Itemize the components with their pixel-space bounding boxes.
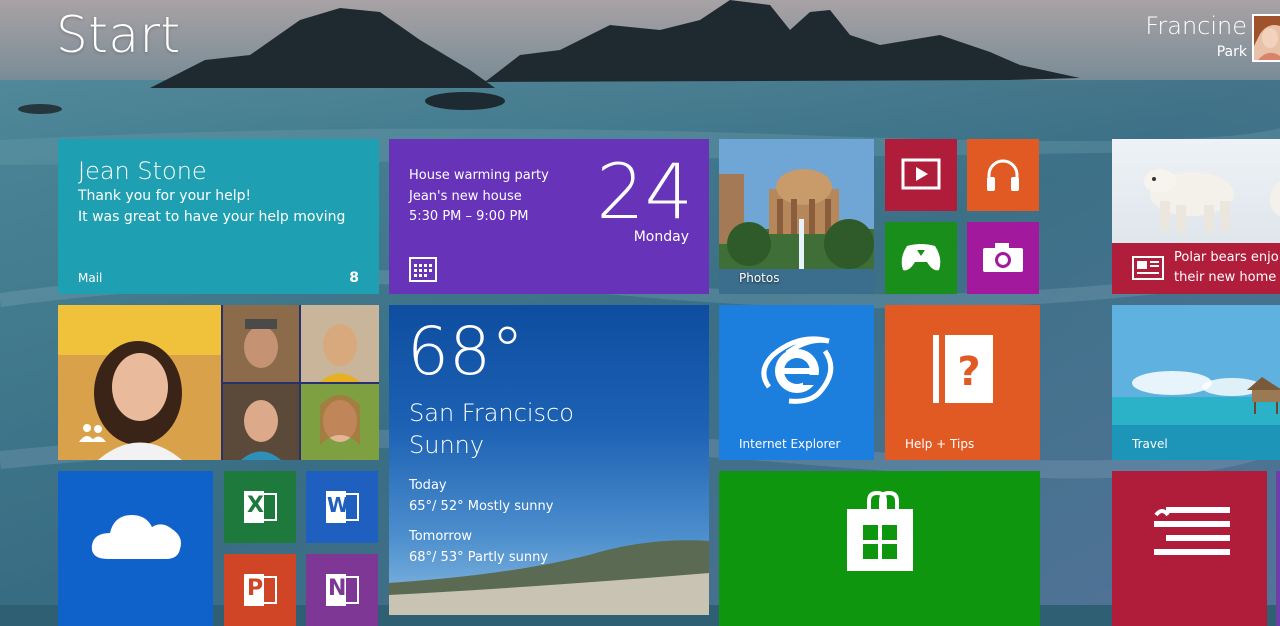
calendar-event-time: 5:30 PM – 9:00 PM [409, 209, 529, 224]
mail-preview-line2: It was great to have your help moving [78, 209, 346, 225]
user-first-name: Francine [1145, 12, 1247, 40]
help-tips-tile[interactable]: ? Help + Tips [885, 305, 1040, 460]
powerpoint-letter: P [247, 576, 264, 601]
mail-sender: Jean Stone [78, 157, 207, 185]
onedrive-tile[interactable] [58, 471, 213, 626]
weather-today-label: Today [409, 478, 447, 493]
powerpoint-tile[interactable]: P [224, 554, 296, 626]
weather-tomorrow-forecast: 68°/ 53° Partly sunny [409, 550, 549, 565]
news-icon [1132, 256, 1164, 284]
mail-tile-label: Mail [78, 271, 103, 285]
weather-condition: Sunny [409, 431, 485, 459]
word-letter: W [327, 493, 350, 517]
internet-explorer-icon [759, 331, 835, 411]
headphones-icon [983, 155, 1023, 199]
onenote-tile[interactable]: N [306, 554, 378, 626]
video-tile[interactable] [885, 139, 957, 211]
start-title: Start [56, 6, 181, 64]
calendar-icon [409, 256, 437, 286]
mail-tile[interactable]: Jean Stone Thank you for your help! It w… [58, 139, 379, 294]
people-icon [78, 422, 108, 448]
people-tile[interactable] [58, 305, 379, 460]
user-last-name: Park [1216, 44, 1247, 60]
music-tile[interactable] [967, 139, 1039, 211]
news-headline-line1: Polar bears enjo [1174, 250, 1279, 265]
help-tips-tile-label: Help + Tips [905, 437, 975, 451]
calendar-event-title: House warming party [409, 168, 549, 183]
weather-temperature: 68° [407, 313, 524, 390]
help-book-icon: ? [931, 333, 995, 409]
video-play-icon [901, 158, 941, 196]
xbox-controller-icon [899, 242, 943, 278]
mail-unread-count: 8 [349, 270, 359, 286]
calendar-day-number: 24 [596, 147, 693, 236]
calendar-tile[interactable]: House warming party Jean's new house 5:3… [389, 139, 709, 294]
store-tile[interactable] [719, 471, 1040, 626]
news-tile[interactable]: Polar bears enjo their new home [1112, 139, 1280, 294]
calendar-event-location: Jean's new house [409, 189, 522, 204]
reading-list-icon [1152, 505, 1232, 565]
weather-today-forecast: 65°/ 52° Mostly sunny [409, 499, 554, 514]
internet-explorer-tile-label: Internet Explorer [739, 437, 841, 451]
user-account[interactable]: Francine Park [1140, 8, 1280, 62]
photos-tile[interactable]: Photos [719, 139, 874, 294]
word-tile[interactable]: W [306, 471, 378, 543]
news-headline-line2: their new home [1174, 270, 1277, 285]
travel-tile-label: Travel [1132, 437, 1168, 451]
weather-tomorrow-label: Tomorrow [409, 529, 473, 544]
photos-tile-label: Photos [739, 271, 780, 285]
weather-city: San Francisco [409, 399, 574, 427]
partial-tile[interactable] [1276, 471, 1280, 626]
news-tile-image [1112, 139, 1280, 243]
user-avatar [1252, 14, 1280, 62]
weather-tile[interactable]: 68° San Francisco Sunny Today 65°/ 52° M… [389, 305, 709, 615]
excel-tile[interactable]: X [224, 471, 296, 543]
internet-explorer-tile[interactable]: Internet Explorer [719, 305, 874, 460]
svg-text:?: ? [957, 349, 980, 395]
store-bag-icon [845, 489, 915, 577]
calendar-weekday: Monday [633, 229, 689, 245]
camera-icon [981, 242, 1025, 278]
onenote-letter: N [328, 576, 347, 601]
travel-tile[interactable]: Travel [1112, 305, 1280, 460]
excel-letter: X [247, 493, 264, 518]
cloud-icon [88, 503, 184, 567]
camera-tile[interactable] [967, 222, 1039, 294]
games-tile[interactable] [885, 222, 957, 294]
mail-preview-line1: Thank you for your help! [78, 188, 252, 204]
reading-list-tile[interactable] [1112, 471, 1267, 626]
